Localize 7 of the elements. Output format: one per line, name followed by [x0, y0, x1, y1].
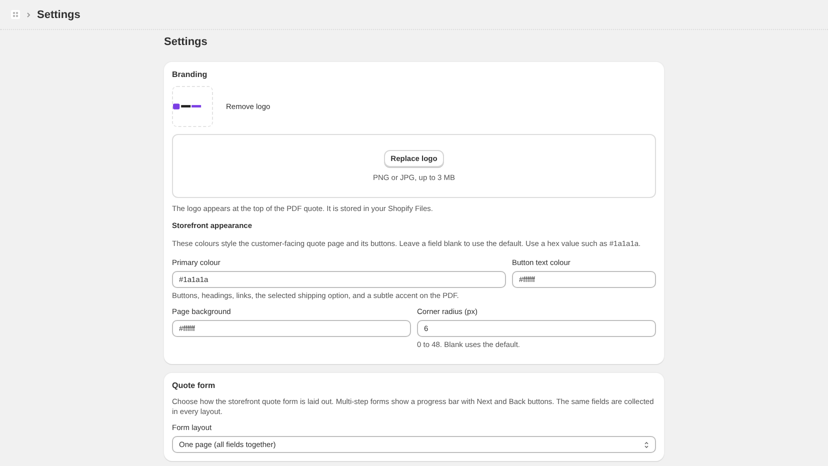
page-title: Settings: [164, 36, 208, 49]
card-title: Branding: [172, 70, 208, 80]
chevron-up-down-icon: [644, 440, 649, 448]
card-title: Quote form: [172, 381, 216, 391]
app-icon[interactable]: [11, 10, 20, 19]
chevron-icon: [26, 12, 31, 18]
breadcrumb-title: Settings: [37, 8, 80, 20]
